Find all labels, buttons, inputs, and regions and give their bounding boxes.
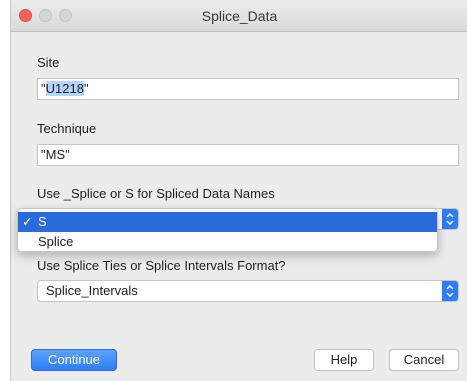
site-value-prefix: " bbox=[41, 81, 46, 96]
up-down-chevron-icon bbox=[446, 212, 454, 226]
site-selected-text: U1218 bbox=[45, 81, 84, 96]
technique-label: Technique bbox=[37, 121, 97, 136]
up-down-chevron-icon bbox=[446, 284, 454, 298]
menu-item-s[interactable]: ✓ S bbox=[18, 212, 437, 232]
tie-format-label: Use Splice Ties or Splice Intervals Form… bbox=[37, 258, 286, 273]
tie-format-stepper[interactable] bbox=[442, 281, 458, 301]
splice-names-stepper[interactable] bbox=[442, 209, 458, 229]
site-value-suffix: " bbox=[83, 81, 89, 96]
tie-format-select[interactable]: Splice_Intervals bbox=[37, 280, 459, 302]
checkmark-icon: ✓ bbox=[22, 214, 33, 229]
technique-field[interactable]: "MS" bbox=[37, 144, 459, 166]
help-button[interactable]: Help bbox=[314, 349, 374, 371]
splice-names-menu: ✓ S Splice bbox=[17, 208, 438, 252]
cancel-button[interactable]: Cancel bbox=[389, 349, 459, 371]
site-label: Site bbox=[37, 55, 60, 70]
continue-button[interactable]: Continue bbox=[31, 349, 117, 371]
dialog-window: Splice_Data Site "U1218" Technique "MS" … bbox=[10, 0, 467, 381]
menu-item-label: S bbox=[38, 214, 47, 229]
site-field[interactable]: "U1218" bbox=[37, 78, 459, 100]
menu-item-splice[interactable]: Splice bbox=[18, 232, 437, 252]
splice-names-label: Use _Splice or S for Spliced Data Names bbox=[37, 186, 275, 201]
tie-format-value: Splice_Intervals bbox=[46, 283, 138, 298]
menu-item-label: Splice bbox=[38, 234, 74, 249]
title-bar: Splice_Data bbox=[11, 0, 467, 32]
window-title: Splice_Data bbox=[201, 8, 278, 24]
